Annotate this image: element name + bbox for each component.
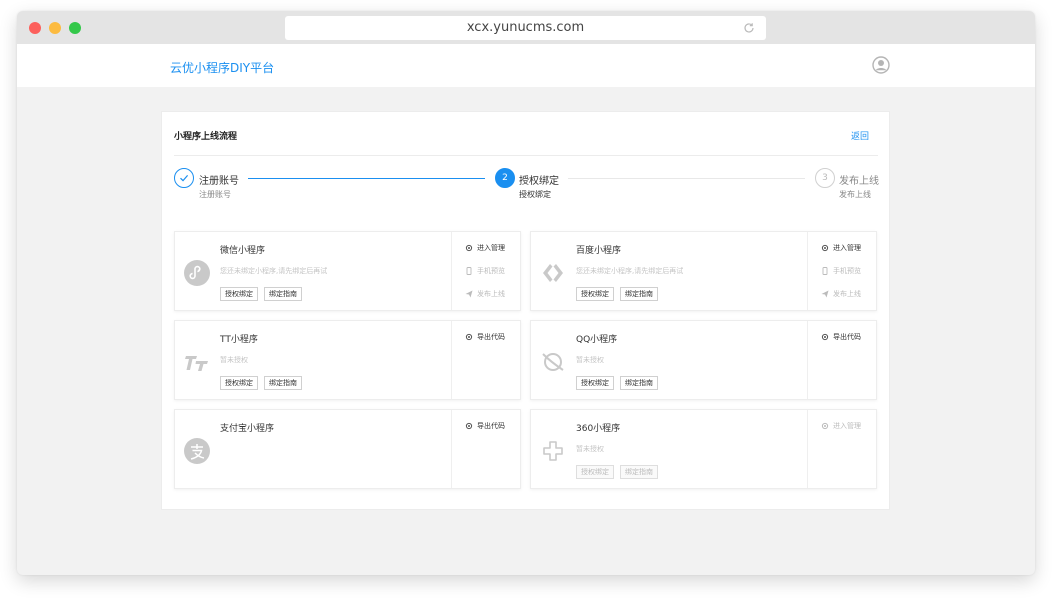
enter-manage-action[interactable]: 进入管理 xyxy=(821,421,861,431)
publish-action[interactable]: 发布上线 xyxy=(465,289,505,299)
gear-icon xyxy=(821,244,829,252)
export-code-action[interactable]: 导出代码 xyxy=(465,421,505,431)
auth-bind-button[interactable]: 授权绑定 xyxy=(576,376,614,390)
card-status: 您还未绑定小程序,请先绑定后再试 xyxy=(220,267,328,275)
alipay-miniprogram-icon xyxy=(184,438,210,464)
card-status: 暂未授权 xyxy=(220,356,248,364)
baidu-miniprogram-icon xyxy=(543,264,563,282)
action-label: 发布上线 xyxy=(477,290,505,298)
top-navbar: 云优小程序DIY平台 xyxy=(17,44,1035,87)
action-label: 进入管理 xyxy=(833,244,861,252)
gear-icon xyxy=(465,422,473,430)
360-miniprogram-icon xyxy=(543,441,563,461)
action-label: 手机预览 xyxy=(477,267,505,275)
gear-icon xyxy=(465,333,473,341)
send-icon xyxy=(465,290,473,298)
close-window-button[interactable] xyxy=(29,22,41,34)
maximize-window-button[interactable] xyxy=(69,22,81,34)
publish-action[interactable]: 发布上线 xyxy=(821,289,861,299)
gear-icon xyxy=(465,244,473,252)
action-label: 导出代码 xyxy=(477,333,505,341)
step-1-check-icon xyxy=(174,168,194,188)
baidu-miniprogram-card: 百度小程序 您还未绑定小程序,请先绑定后再试 授权绑定 绑定指南 进入管理 手机… xyxy=(530,231,877,311)
divider xyxy=(807,410,808,488)
bind-guide-button[interactable]: 绑定指南 xyxy=(620,465,658,479)
phone-icon xyxy=(822,267,828,275)
divider xyxy=(451,232,452,310)
step-3-title: 发布上线 xyxy=(839,176,879,187)
360-miniprogram-card: 360小程序 暂未授权 授权绑定 绑定指南 进入管理 xyxy=(530,409,877,489)
user-avatar-icon[interactable] xyxy=(872,56,890,74)
minimize-window-button[interactable] xyxy=(49,22,61,34)
card-title: 支付宝小程序 xyxy=(220,424,275,434)
divider xyxy=(807,321,808,399)
url-text: xcx.yunucms.com xyxy=(466,20,585,35)
step-3-subtitle: 发布上线 xyxy=(839,190,871,199)
action-label: 进入管理 xyxy=(833,422,861,430)
action-label: 进入管理 xyxy=(477,244,505,252)
step-2-number: 2 xyxy=(495,168,515,188)
panel-title: 小程序上线流程 xyxy=(174,132,238,142)
phone-preview-action[interactable]: 手机预览 xyxy=(821,266,861,276)
card-status: 暂未授权 xyxy=(576,356,604,364)
enter-manage-action[interactable]: 进入管理 xyxy=(465,243,505,253)
browser-window: xcx.yunucms.com 云优小程序DIY平台 小程序上线流程 返回 注册… xyxy=(17,11,1035,575)
bind-guide-button[interactable]: 绑定指南 xyxy=(264,376,302,390)
alipay-miniprogram-card: 支付宝小程序 导出代码 xyxy=(174,409,521,489)
step-connector-2 xyxy=(568,178,805,179)
card-title: QQ小程序 xyxy=(576,335,618,345)
auth-bind-button[interactable]: 授权绑定 xyxy=(220,376,258,390)
qq-miniprogram-icon xyxy=(542,353,564,371)
action-label: 导出代码 xyxy=(833,333,861,341)
auth-bind-button[interactable]: 授权绑定 xyxy=(576,287,614,301)
step-3-number: 3 xyxy=(815,168,835,188)
bind-guide-button[interactable]: 绑定指南 xyxy=(620,287,658,301)
browser-titlebar: xcx.yunucms.com xyxy=(17,11,1035,44)
step-1-subtitle: 注册账号 xyxy=(199,190,231,199)
auth-bind-button[interactable]: 授权绑定 xyxy=(220,287,258,301)
card-title: 百度小程序 xyxy=(576,246,622,256)
enter-manage-action[interactable]: 进入管理 xyxy=(821,243,861,253)
bind-guide-button[interactable]: 绑定指南 xyxy=(620,376,658,390)
export-code-action[interactable]: 导出代码 xyxy=(465,332,505,342)
step-2-subtitle: 授权绑定 xyxy=(519,190,551,199)
auth-bind-button[interactable]: 授权绑定 xyxy=(576,465,614,479)
divider xyxy=(807,232,808,310)
step-2-title: 授权绑定 xyxy=(519,176,559,187)
wechat-miniprogram-icon xyxy=(184,260,210,286)
onboarding-panel: 小程序上线流程 返回 注册账号 注册账号 2 授权绑定 授权绑定 3 发布上线 … xyxy=(161,111,890,510)
bind-guide-button[interactable]: 绑定指南 xyxy=(264,287,302,301)
tt-miniprogram-card: TT小程序 暂未授权 授权绑定 绑定指南 导出代码 xyxy=(174,320,521,400)
card-title: 微信小程序 xyxy=(220,246,266,256)
card-status: 您还未绑定小程序,请先绑定后再试 xyxy=(576,267,684,275)
card-status: 暂未授权 xyxy=(576,445,604,453)
back-link[interactable]: 返回 xyxy=(851,129,869,142)
address-bar[interactable]: xcx.yunucms.com xyxy=(285,16,766,40)
reload-icon[interactable] xyxy=(742,21,756,35)
card-title: 360小程序 xyxy=(576,424,621,434)
step-connector-1 xyxy=(248,178,485,179)
action-label: 手机预览 xyxy=(833,267,861,275)
phone-icon xyxy=(466,267,472,275)
phone-preview-action[interactable]: 手机预览 xyxy=(465,266,505,276)
card-title: TT小程序 xyxy=(220,335,258,345)
step-1-title: 注册账号 xyxy=(199,176,239,187)
gear-icon xyxy=(821,422,829,430)
gear-icon xyxy=(821,333,829,341)
brand-logo-text[interactable]: 云优小程序DIY平台 xyxy=(170,59,274,76)
action-label: 导出代码 xyxy=(477,422,505,430)
action-label: 发布上线 xyxy=(833,290,861,298)
export-code-action[interactable]: 导出代码 xyxy=(821,332,861,342)
send-icon xyxy=(821,290,829,298)
divider xyxy=(451,321,452,399)
tt-miniprogram-icon xyxy=(185,356,208,371)
qq-miniprogram-card: QQ小程序 暂未授权 授权绑定 绑定指南 导出代码 xyxy=(530,320,877,400)
wechat-miniprogram-card: 微信小程序 您还未绑定小程序,请先绑定后再试 授权绑定 绑定指南 进入管理 手机… xyxy=(174,231,521,311)
divider xyxy=(451,410,452,488)
divider xyxy=(174,155,878,156)
